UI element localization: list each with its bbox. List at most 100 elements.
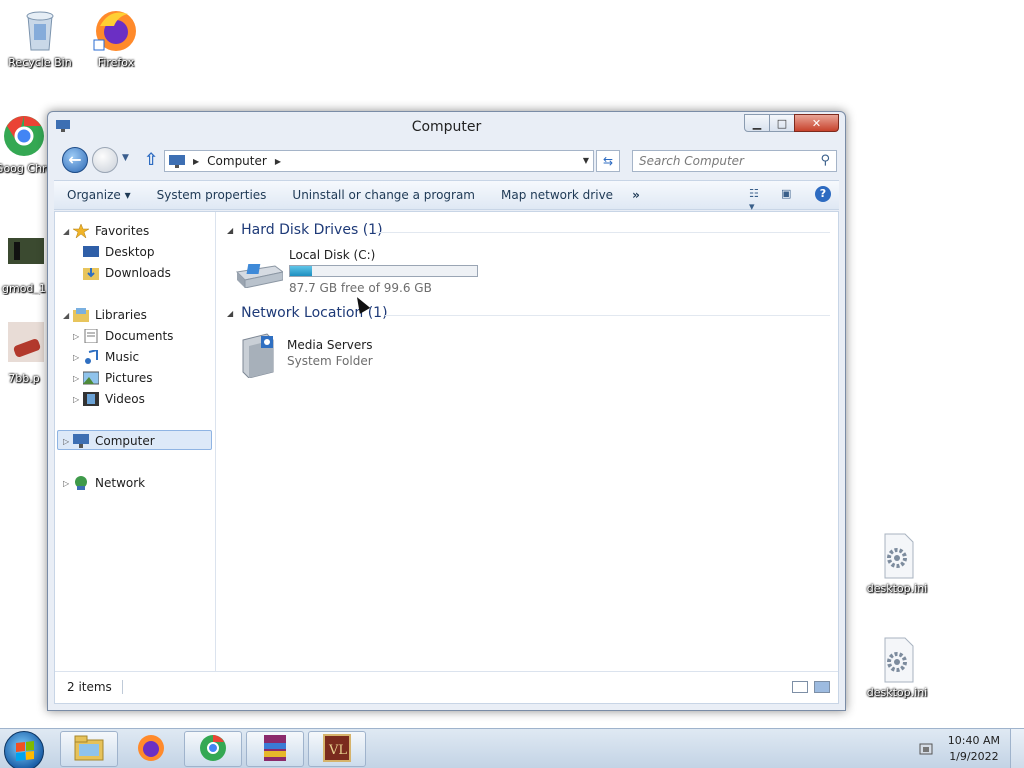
expand-arrow-icon[interactable]: ▷ (73, 353, 83, 362)
search-input[interactable]: Search Computer ⚲ (632, 150, 837, 172)
nav-item-network[interactable]: ▷ Network (63, 473, 145, 493)
uninstall-program-button[interactable]: Uninstall or change a program (279, 188, 488, 202)
nav-label: Music (105, 350, 140, 364)
group-title: Hard Disk Drives (1) (241, 222, 383, 238)
search-icon: ⚲ (820, 153, 830, 168)
taskbar-app-button[interactable]: VL (308, 731, 366, 767)
network-item-name: Media Servers (287, 338, 373, 352)
nav-item-favorites[interactable]: ◢ Favorites (63, 221, 149, 241)
recent-pages-dropdown-icon[interactable]: ▼ (122, 153, 129, 163)
pictures-icon (82, 371, 100, 385)
breadcrumb-chevron-icon[interactable]: ▶ (275, 157, 281, 166)
nav-label: Desktop (105, 245, 155, 259)
nav-item-music[interactable]: ▷ Music (73, 347, 139, 367)
taskbar-firefox-button[interactable] (122, 731, 180, 767)
address-dropdown-icon[interactable]: ▼ (583, 156, 589, 165)
desktop-icon-recycle-bin[interactable]: Recycle Bin (2, 6, 78, 69)
nav-item-videos[interactable]: ▷ Videos (73, 389, 145, 409)
explorer-window[interactable]: Computer ▁ □ ✕ ← ▼ ⇧ ▶ Computer ▶ ▼ ⇆ Se… (47, 111, 846, 711)
status-bar: 2 items (55, 671, 838, 703)
settings-file-icon (873, 636, 921, 684)
change-view-icon[interactable]: ☷ ▾ (749, 187, 765, 213)
desktop-icon-desktop-ini-2[interactable]: desktop.ini (859, 636, 935, 699)
system-tray: 10:40 AM 1/9/2022 (918, 729, 1024, 768)
videos-icon (83, 392, 99, 406)
taskbar-explorer-button[interactable] (60, 731, 118, 767)
large-icons-view-icon[interactable] (814, 681, 830, 693)
close-button[interactable]: ✕ (794, 114, 839, 132)
expand-arrow-icon[interactable]: ◢ (63, 227, 73, 236)
search-placeholder: Search Computer (639, 154, 744, 168)
action-center-flag-icon[interactable] (918, 741, 934, 757)
expand-arrow-icon[interactable]: ▷ (73, 374, 83, 383)
address-bar-row: ← ▼ ⇧ ▶ Computer ▶ ▼ ⇆ Search Computer ⚲ (56, 146, 837, 174)
image-file-icon (0, 232, 48, 280)
help-icon[interactable]: ? (815, 186, 831, 202)
up-arrow-icon[interactable]: ⇧ (144, 150, 158, 170)
expand-arrow-icon[interactable]: ◢ (63, 311, 73, 320)
breadcrumb-computer[interactable]: Computer (207, 154, 267, 168)
nav-label: Videos (105, 392, 145, 406)
address-bar[interactable]: ▶ Computer ▶ ▼ (164, 150, 594, 172)
window-title: Computer (411, 119, 482, 135)
back-button[interactable]: ← (62, 147, 88, 173)
desktop-icon-label: Firefox (97, 56, 135, 69)
map-network-drive-button[interactable]: Map network drive (488, 188, 626, 202)
chrome-icon (198, 733, 228, 766)
nav-item-downloads[interactable]: Downloads (83, 263, 171, 283)
hard-drive-icon (235, 260, 285, 291)
breadcrumb-chevron-icon[interactable]: ▶ (193, 157, 199, 166)
desktop-icon-label: desktop.ini (866, 686, 928, 699)
winrar-icon (260, 733, 290, 766)
nav-item-libraries[interactable]: ◢ Libraries (63, 305, 147, 325)
desktop-icon (83, 245, 99, 259)
taskbar-chrome-button[interactable] (184, 731, 242, 767)
image-file-icon (0, 322, 48, 370)
nav-label: Downloads (105, 266, 171, 280)
nav-item-desktop[interactable]: Desktop (83, 242, 155, 262)
system-properties-button[interactable]: System properties (144, 188, 280, 202)
firefox-icon (136, 733, 166, 766)
item-count: 2 items (67, 680, 123, 694)
svg-text:VL: VL (328, 743, 347, 758)
libraries-icon (73, 308, 89, 322)
organize-button[interactable]: Organize ▾ (54, 188, 144, 202)
settings-file-icon (873, 532, 921, 580)
computer-icon (73, 434, 89, 448)
refresh-button[interactable]: ⇆ (596, 150, 620, 172)
details-view-icon[interactable] (792, 681, 808, 693)
show-desktop-button[interactable] (1010, 729, 1024, 768)
drive-free-space: 87.7 GB free of 99.6 GB (289, 281, 432, 295)
title-bar[interactable]: Computer ▁ □ ✕ (48, 112, 845, 144)
preview-pane-icon[interactable]: ▣ (781, 187, 797, 201)
group-divider (375, 232, 830, 233)
documents-icon (83, 328, 99, 344)
drive-usage-bar (289, 265, 478, 277)
minimize-button[interactable]: ▁ (744, 114, 770, 132)
nav-label: Documents (105, 329, 174, 343)
more-commands-button[interactable]: » (626, 188, 646, 202)
collapse-arrow-icon[interactable]: ◢ (227, 309, 233, 318)
app-vl-icon: VL (322, 733, 352, 766)
clock[interactable]: 10:40 AM 1/9/2022 (948, 733, 1000, 765)
desktop-icon-desktop-ini-1[interactable]: desktop.ini (859, 532, 935, 595)
taskbar-winrar-button[interactable] (246, 731, 304, 767)
nav-item-computer[interactable]: ▷ Computer (63, 431, 155, 451)
maximize-button[interactable]: □ (769, 114, 795, 132)
expand-arrow-icon[interactable]: ▷ (73, 332, 83, 341)
taskbar: VL 10:40 AM 1/9/2022 (0, 728, 1024, 768)
start-button[interactable] (4, 731, 44, 768)
nav-item-documents[interactable]: ▷ Documents (73, 326, 173, 346)
network-item-type: System Folder (287, 354, 373, 368)
network-item-media-servers[interactable]: Media Servers System Folder (235, 332, 415, 380)
desktop-icon-firefox[interactable]: Firefox (78, 6, 154, 69)
navigation-pane: ◢ Favorites Desktop Downloads ◢ Librarie… (55, 212, 216, 671)
expand-arrow-icon[interactable]: ▷ (73, 395, 83, 404)
collapse-arrow-icon[interactable]: ◢ (227, 226, 233, 235)
group-header-hard-disk-drives[interactable]: ◢ Hard Disk Drives (1) (227, 222, 383, 238)
nav-item-pictures[interactable]: ▷ Pictures (73, 368, 153, 388)
expand-arrow-icon[interactable]: ▷ (63, 437, 73, 446)
forward-button[interactable] (92, 147, 118, 173)
expand-arrow-icon[interactable]: ▷ (63, 479, 73, 488)
network-icon (73, 476, 89, 490)
